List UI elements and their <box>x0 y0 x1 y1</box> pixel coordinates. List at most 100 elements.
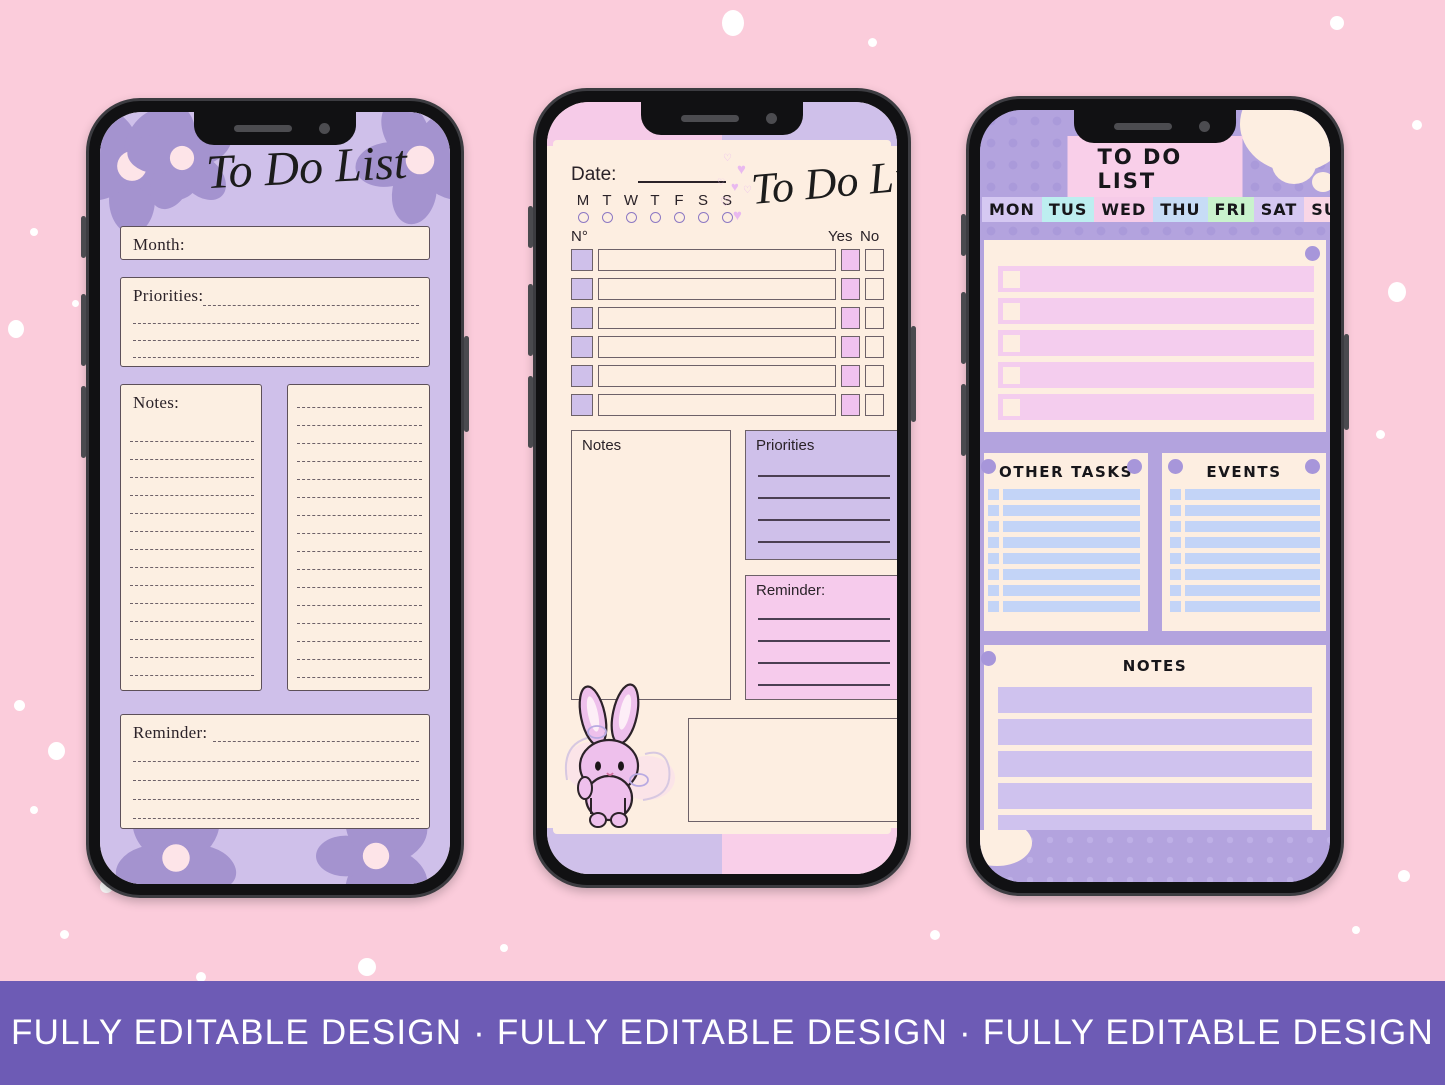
notes-box[interactable]: Notes <box>571 430 731 700</box>
no-checkbox[interactable] <box>865 307 884 329</box>
weekday-tus[interactable]: TUS <box>1041 196 1095 222</box>
free-note-box[interactable] <box>688 718 897 822</box>
phone-3-power-button[interactable] <box>1344 334 1349 430</box>
weekday-sat[interactable]: SAT <box>1253 196 1305 222</box>
weekday-thu[interactable]: T <box>643 192 667 223</box>
phone-1-volume-down-button[interactable] <box>81 386 86 458</box>
list-item[interactable] <box>1185 553 1320 564</box>
list-item[interactable] <box>1185 601 1320 612</box>
task-input[interactable] <box>598 278 836 300</box>
weekday-circle-icon[interactable] <box>625 212 637 223</box>
list-item[interactable] <box>1003 521 1140 532</box>
list-item[interactable] <box>1003 569 1140 580</box>
task-row[interactable] <box>998 330 1314 356</box>
note-row[interactable] <box>998 719 1312 745</box>
phone-1-power-button[interactable] <box>464 336 469 432</box>
task-input[interactable] <box>598 307 836 329</box>
task-checkbox[interactable] <box>1003 302 1020 320</box>
no-checkbox[interactable] <box>865 278 884 300</box>
task-row[interactable] <box>998 394 1314 420</box>
weekday-thu[interactable]: THU <box>1153 196 1208 222</box>
task-input[interactable] <box>598 394 836 416</box>
phone-1-volume-up-button[interactable] <box>81 294 86 366</box>
no-checkbox[interactable] <box>865 336 884 358</box>
yes-checkbox[interactable] <box>841 365 860 387</box>
row-number-box[interactable] <box>571 365 593 387</box>
table-row[interactable] <box>571 249 887 271</box>
priorities-box[interactable]: Priorities <box>745 430 897 560</box>
phone-3-volume-up-button[interactable] <box>961 292 966 364</box>
table-row[interactable] <box>571 365 887 387</box>
weekday-mon[interactable]: MON <box>982 196 1042 222</box>
list-item[interactable] <box>1003 601 1140 612</box>
weekday-fri[interactable]: FRI <box>1207 196 1254 222</box>
phone-3-volume-down-button[interactable] <box>961 384 966 456</box>
weekday-circle-icon[interactable] <box>673 212 685 223</box>
weekday-wed[interactable]: WED <box>1094 196 1154 222</box>
row-number-box[interactable] <box>571 336 593 358</box>
list-item[interactable] <box>1003 537 1140 548</box>
task-checkbox[interactable] <box>1003 366 1020 384</box>
weekday-tue[interactable]: T <box>595 192 619 223</box>
task-checkbox[interactable] <box>1003 334 1020 352</box>
weekday-circle-icon[interactable] <box>577 212 589 223</box>
weekday-circle-icon[interactable] <box>697 212 709 223</box>
table-row[interactable] <box>571 278 887 300</box>
task-row[interactable] <box>998 298 1314 324</box>
weekday-fri[interactable]: F <box>667 192 691 223</box>
table-row[interactable] <box>571 307 887 329</box>
row-number-box[interactable] <box>571 278 593 300</box>
no-checkbox[interactable] <box>865 365 884 387</box>
weekday-sun[interactable]: S <box>715 192 739 223</box>
task-checkbox[interactable] <box>1003 398 1020 416</box>
list-item[interactable] <box>1185 569 1320 580</box>
list-item[interactable] <box>1003 585 1140 596</box>
yes-checkbox[interactable] <box>841 307 860 329</box>
date-input-rule[interactable] <box>638 181 726 183</box>
weekday-circle-icon[interactable] <box>721 212 733 223</box>
weekday-circle-icon[interactable] <box>601 212 613 223</box>
list-item[interactable] <box>1003 553 1140 564</box>
task-checkbox[interactable] <box>1003 270 1020 288</box>
weekday-strip[interactable]: MON TUS WED THU FRI SAT SUN <box>980 195 1330 223</box>
list-item[interactable] <box>1003 489 1140 500</box>
month-field[interactable]: Month: <box>120 226 430 260</box>
table-row[interactable] <box>571 394 887 416</box>
task-row[interactable] <box>998 266 1314 292</box>
phone-3-mute-button[interactable] <box>961 214 966 256</box>
yes-checkbox[interactable] <box>841 278 860 300</box>
phone-2-volume-up-button[interactable] <box>528 284 533 356</box>
list-item[interactable] <box>1185 537 1320 548</box>
weekday-mon[interactable]: M <box>571 192 595 223</box>
row-number-box[interactable] <box>571 249 593 271</box>
note-row[interactable] <box>998 751 1312 777</box>
list-item[interactable] <box>1185 505 1320 516</box>
yes-checkbox[interactable] <box>841 336 860 358</box>
row-number-box[interactable] <box>571 307 593 329</box>
weekday-sun[interactable]: SUN <box>1304 196 1330 222</box>
phone-2-power-button[interactable] <box>911 326 916 422</box>
notes-card-left[interactable]: Notes: <box>120 384 262 691</box>
weekday-sat[interactable]: S <box>691 192 715 223</box>
row-number-box[interactable] <box>571 394 593 416</box>
task-row[interactable] <box>998 362 1314 388</box>
weekday-selector[interactable]: M T W T F S S <box>571 192 739 223</box>
task-input[interactable] <box>598 249 836 271</box>
weekday-wed[interactable]: W <box>619 192 643 223</box>
weekday-circle-icon[interactable] <box>649 212 661 223</box>
list-item[interactable] <box>1185 489 1320 500</box>
no-checkbox[interactable] <box>865 394 884 416</box>
reminder-box[interactable]: Reminder: <box>745 575 897 700</box>
notes-card-right[interactable] <box>287 384 430 691</box>
note-row[interactable] <box>998 687 1312 713</box>
yes-checkbox[interactable] <box>841 249 860 271</box>
phone-1-mute-button[interactable] <box>81 216 86 258</box>
list-item[interactable] <box>1185 585 1320 596</box>
list-item[interactable] <box>1003 505 1140 516</box>
no-checkbox[interactable] <box>865 249 884 271</box>
yes-checkbox[interactable] <box>841 394 860 416</box>
task-input[interactable] <box>598 336 836 358</box>
phone-2-mute-button[interactable] <box>528 206 533 248</box>
note-row[interactable] <box>998 783 1312 809</box>
reminder-card[interactable]: Reminder: <box>120 714 430 829</box>
